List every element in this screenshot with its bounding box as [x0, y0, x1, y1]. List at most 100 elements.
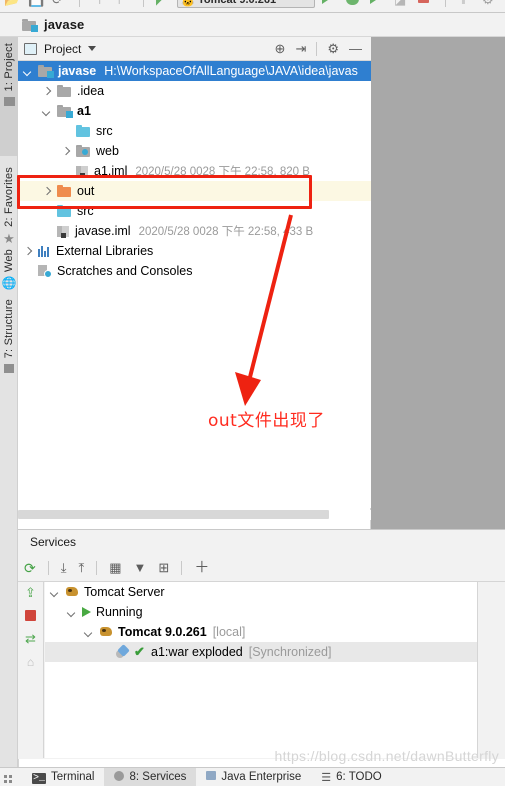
add-tab-icon[interactable]: ⊞: [158, 561, 169, 574]
tree-row[interactable]: javase H:\WorkspaceOfAllLanguage\JAVA\ide…: [18, 61, 371, 81]
tree-row[interactable]: a1: [18, 101, 371, 121]
web-folder-icon: [76, 145, 91, 157]
services-tree[interactable]: Tomcat Server Running Tomcat 9.0.261 [local…: [45, 582, 477, 758]
expand-all-icon[interactable]: ⤓: [61, 561, 67, 574]
chevron-right-icon[interactable]: [41, 86, 52, 97]
status-bar-item-label: Terminal: [51, 771, 95, 783]
run-icon[interactable]: [322, 0, 337, 7]
tree-row-label: javase: [58, 64, 97, 78]
tree-row[interactable]: out: [18, 181, 371, 201]
tree-row-label: out: [77, 184, 95, 198]
tree-row[interactable]: src: [18, 201, 371, 221]
chevron-right-icon[interactable]: [22, 246, 33, 257]
stop-icon[interactable]: [25, 610, 36, 621]
module-folder-icon: [38, 65, 54, 78]
toolbar-divider: [316, 41, 318, 56]
services-tree-row[interactable]: Tomcat Server: [45, 582, 477, 602]
debug-icon[interactable]: [346, 0, 361, 7]
filter-icon[interactable]: ▼: [134, 561, 147, 574]
stop-icon[interactable]: [418, 0, 433, 7]
run-configuration-selector[interactable]: 🐱 Tomcat 9.0.261: [177, 0, 315, 8]
status-bar-item-6-todo[interactable]: ☰ 6: TODO: [311, 768, 391, 786]
tree-row-label: External Libraries: [56, 244, 154, 258]
sync-icon[interactable]: ⟳: [52, 0, 67, 7]
globe-icon: 🌐: [1, 276, 17, 291]
tree-row-label: a1: [77, 104, 91, 118]
chevron-down-icon[interactable]: [22, 66, 33, 77]
sidebar-item-web[interactable]: Web 🌐: [0, 249, 18, 289]
no-chevron-spacer: [100, 647, 111, 658]
forward-icon[interactable]: ↱: [116, 0, 131, 7]
star-icon: ★: [3, 230, 15, 246]
redeploy-icon[interactable]: ⇄: [25, 632, 36, 645]
services-panel-header: Services: [18, 530, 505, 554]
back-icon[interactable]: ↰: [92, 0, 107, 7]
locate-icon[interactable]: ⊕: [275, 42, 286, 55]
collapse-all-icon[interactable]: ⤒: [78, 561, 84, 574]
chevron-right-icon[interactable]: [60, 146, 71, 157]
group-icon[interactable]: ▦: [109, 561, 121, 574]
services-tree-row[interactable]: Tomcat 9.0.261 [local]: [45, 622, 477, 642]
tomcat-icon: 🐱: [181, 0, 195, 8]
tree-row-label: .idea: [77, 84, 105, 98]
no-chevron-spacer: [22, 266, 33, 277]
status-bar-item-8-services[interactable]: 8: Services: [104, 767, 197, 786]
tree-row[interactable]: External Libraries: [18, 241, 371, 261]
chevron-right-icon[interactable]: [41, 186, 52, 197]
tree-row[interactable]: web: [18, 141, 371, 161]
open-icon[interactable]: 📂: [4, 0, 20, 7]
deploy-icon[interactable]: ⇪: [25, 586, 36, 599]
toolbar-divider: [445, 0, 446, 7]
toolbar-left-group: 📂 💾 ⟳ ↰ ↱ ◤: [4, 0, 171, 7]
collapse-all-icon[interactable]: ⇥: [295, 42, 306, 55]
tomcat-icon: [65, 586, 79, 598]
services-tree-row[interactable]: Running: [45, 602, 477, 622]
project-tree[interactable]: javase H:\WorkspaceOfAllLanguage\JAVA\ide…: [18, 61, 371, 508]
project-hscrollbar-thumb[interactable]: [18, 510, 329, 519]
tree-row[interactable]: javase.iml 2020/5/28 0028 下午 22:58, 433 B: [18, 221, 371, 241]
services-icon: [114, 770, 125, 784]
run-configuration-label: Tomcat 9.0.261: [198, 0, 277, 6]
add-icon[interactable]: ＋: [194, 560, 209, 575]
toolbar-divider: [79, 0, 80, 7]
source-folder-icon: [76, 125, 91, 137]
status-bar-item-label: 8: Services: [129, 771, 187, 783]
no-chevron-spacer: [60, 126, 71, 137]
tree-row[interactable]: src: [18, 121, 371, 141]
services-tree-row[interactable]: ✔ a1:war exploded [Synchronized]: [45, 642, 477, 662]
tree-row[interactable]: Scratches and Consoles: [18, 261, 371, 281]
todo-icon: ☰: [321, 771, 332, 784]
build-icon[interactable]: ◤: [156, 0, 171, 7]
chevron-down-icon[interactable]: [49, 587, 60, 598]
ide-window: 📂 💾 ⟳ ↰ ↱ ◤ 🐱 Tomcat 9.0.261 ◪ ⬆ ⚙: [0, 0, 505, 786]
gear-icon[interactable]: ⚙: [327, 42, 339, 55]
out-folder-icon: [57, 185, 72, 197]
services-panel-title: Services: [30, 535, 77, 549]
coverage-icon[interactable]: [370, 0, 385, 7]
status-bar-item-java-enterprise[interactable]: Java Enterprise: [196, 768, 311, 786]
chevron-down-icon[interactable]: [88, 46, 97, 51]
sidebar-item-project[interactable]: 1: Project: [0, 43, 18, 107]
profile-icon[interactable]: ◪: [394, 0, 409, 7]
settings-icon[interactable]: ⚙: [482, 0, 497, 7]
toolbar-divider: [143, 0, 144, 7]
status-bar-item-terminal[interactable]: >_ Terminal: [22, 768, 104, 786]
iml-file-icon: [57, 225, 70, 238]
hide-icon[interactable]: —: [349, 42, 362, 55]
sidebar-item-structure[interactable]: 7: Structure: [0, 299, 18, 374]
rerun-icon[interactable]: ⟳: [24, 561, 36, 575]
chevron-down-icon[interactable]: [66, 607, 77, 618]
sidebar-item-favorites[interactable]: 2: Favorites ★: [0, 167, 18, 245]
tree-row-meta: H:\WorkspaceOfAllLanguage\JAVA\idea\java…: [104, 64, 358, 78]
chevron-down-icon[interactable]: [41, 106, 52, 117]
save-icon[interactable]: 💾: [28, 0, 44, 7]
tree-row[interactable]: .idea: [18, 81, 371, 101]
update-icon[interactable]: ⬆: [458, 0, 473, 7]
services-row-label: Tomcat Server: [84, 585, 165, 599]
rail-label-web: Web: [3, 249, 15, 273]
chevron-down-icon[interactable]: [83, 627, 94, 638]
tree-row-label: src: [96, 124, 113, 138]
more-icon[interactable]: ⌂: [27, 656, 34, 668]
tree-row[interactable]: a1.iml 2020/5/28 0028 下午 22:58, 820 B: [18, 161, 371, 181]
services-side-toolbar: ⇪ ⇄ ⌂: [18, 582, 44, 758]
